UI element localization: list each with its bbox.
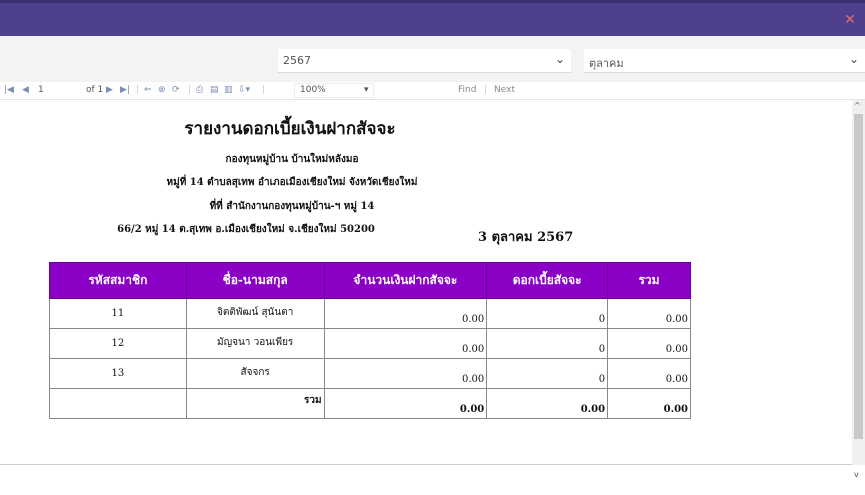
table-header-row: รหัสสมาชิก ชื่อ-นามสกุล จำนวนเงินฝากสัจจ… xyxy=(49,262,691,299)
prev-page-icon[interactable]: ◀ xyxy=(22,85,29,95)
toolbar-separator: | xyxy=(262,85,266,95)
cell-interest: 0 xyxy=(486,358,609,389)
cell-total-interest: 0.00 xyxy=(486,388,609,419)
year-select[interactable]: 2567 ⌄ xyxy=(278,49,571,73)
chevron-down-icon: ⌄ xyxy=(554,52,565,66)
next-page-icon[interactable]: ▶ xyxy=(106,85,113,95)
cell-member-id: 13 xyxy=(49,358,187,389)
table-row: 11 จิตติพัฒน์ สุนันตา 0.00 0 0.00 xyxy=(49,298,691,329)
cell-interest: 0 xyxy=(486,328,609,359)
cell-total: 0.00 xyxy=(607,328,691,359)
report-org: กองทุนหมู่บ้าน บ้านใหม่หลังมอ xyxy=(225,154,359,165)
chevron-down-icon[interactable]: v xyxy=(854,470,859,479)
viewport-bottom-border xyxy=(0,464,852,465)
page-setup-icon[interactable]: ▥ xyxy=(224,85,233,95)
cell-total: 0.00 xyxy=(607,298,691,329)
cell-deposit: 0.00 xyxy=(323,358,488,389)
cell-total-deposit: 0.00 xyxy=(323,388,488,419)
back-icon[interactable]: ⇐ xyxy=(144,85,152,95)
next-link[interactable]: Next xyxy=(494,85,515,95)
table-row: 13 สัจจกร 0.00 0 0.00 xyxy=(49,358,691,389)
cell-member-id: 11 xyxy=(49,298,187,329)
chevron-down-icon: ▾ xyxy=(364,85,369,95)
report-address-1: หมู่ที่ 14 ตำบลสุเทพ อำเภอเมืองเชียงใหม่… xyxy=(166,177,418,188)
cell-name: สัจจกร xyxy=(185,358,325,389)
toolbar-separator: | xyxy=(484,85,488,95)
year-select-value: 2567 xyxy=(283,54,311,67)
vertical-scrollbar[interactable]: ^ v xyxy=(852,100,865,479)
table-row: 12 มัญจนา วอนเพียร 0.00 0 0.00 xyxy=(49,328,691,359)
window-titlebar: ✕ xyxy=(0,0,865,36)
cell-name: จิตติพัฒน์ สุนันตา xyxy=(185,298,325,329)
toolbar-separator: | xyxy=(188,85,192,95)
cell-grand-total: 0.00 xyxy=(607,388,691,419)
stop-icon[interactable]: ⊗ xyxy=(158,85,166,95)
zoom-value: 100% xyxy=(300,85,326,95)
cell-total-label: รวม xyxy=(185,388,325,419)
toolbar-separator: | xyxy=(136,85,140,95)
chevron-up-icon[interactable]: ^ xyxy=(854,101,861,110)
first-page-icon[interactable]: |◀ xyxy=(4,85,14,95)
cell-interest: 0 xyxy=(486,298,609,329)
last-page-icon[interactable]: ▶| xyxy=(120,85,130,95)
report-office: ที่ที่ สำนักงานกองทุนหมู่บ้าน-ฯ หมู่ 14 xyxy=(209,201,375,212)
close-icon[interactable]: ✕ xyxy=(843,13,857,27)
cell-name: มัญจนา วอนเพียร xyxy=(185,328,325,359)
cell-deposit: 0.00 xyxy=(323,298,488,329)
column-header-total: รวม xyxy=(607,262,691,299)
report-table: รหัสสมาชิก ชื่อ-นามสกุล จำนวนเงินฝากสัจจ… xyxy=(49,262,691,419)
column-header-member-id: รหัสสมาชิก xyxy=(49,262,187,299)
print-icon[interactable]: ⎙ xyxy=(196,85,203,95)
scrollbar-thumb[interactable] xyxy=(854,114,863,439)
column-header-name: ชื่อ-นามสกุล xyxy=(185,262,325,299)
report-title: รายงานดอกเบี้ยเงินฝากสัจจะ xyxy=(184,119,396,139)
refresh-icon[interactable]: ⟳ xyxy=(172,85,180,95)
cell-deposit: 0.00 xyxy=(323,328,488,359)
export-icon[interactable]: ⇩▾ xyxy=(238,85,250,95)
titlebar-top-line xyxy=(0,0,865,3)
page-count-label: of 1 xyxy=(86,85,104,95)
cell-member-id: 12 xyxy=(49,328,187,359)
print-layout-icon[interactable]: ▤ xyxy=(210,85,219,95)
cell-empty xyxy=(49,388,187,419)
cell-total: 0.00 xyxy=(607,358,691,389)
month-select[interactable]: ตุลาคม ⌄ xyxy=(584,49,865,73)
page-number-input[interactable]: 1 xyxy=(38,85,44,95)
table-total-row: รวม 0.00 0.00 0.00 xyxy=(49,388,691,419)
report-toolbar: |◀ ◀ 1 of 1 ▶ ▶| | ⇐ ⊗ ⟳ | ⎙ ▤ ▥ ⇩▾ | 10… xyxy=(0,82,865,100)
month-select-value: ตุลาคม xyxy=(589,57,624,70)
column-header-interest: ดอกเบี้ยสัจจะ xyxy=(486,262,609,299)
chevron-down-icon: ⌄ xyxy=(848,52,859,66)
report-date: 3 ตุลาคม 2567 xyxy=(478,230,574,245)
find-link[interactable]: Find xyxy=(458,85,476,95)
column-header-deposit: จำนวนเงินฝากสัจจะ xyxy=(323,262,488,299)
